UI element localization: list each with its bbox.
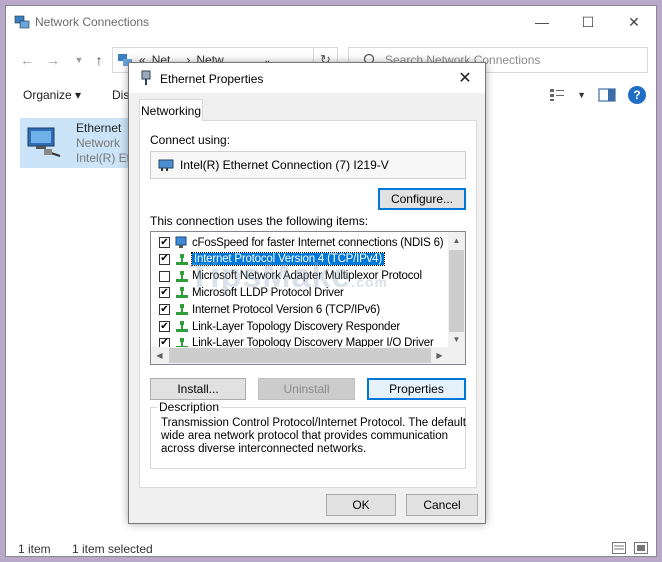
list-item-label: Internet Protocol Version 6 (TCP/IPv6) bbox=[192, 303, 380, 316]
protocol-icon bbox=[176, 287, 188, 299]
horizontal-scrollbar[interactable]: ◀ ▶ bbox=[151, 347, 465, 364]
explorer-titlebar: Network Connections — ☐ ✕ bbox=[6, 6, 656, 38]
list-item-label: Microsoft LLDP Protocol Driver bbox=[192, 286, 344, 299]
list-item-label: Internet Protocol Version 4 (TCP/IPv4) bbox=[191, 252, 385, 267]
protocol-icon bbox=[176, 253, 188, 265]
connect-using-label: Connect using: bbox=[150, 133, 231, 147]
network-service-icon bbox=[175, 236, 187, 248]
item-checkbox[interactable]: ✔ bbox=[159, 321, 170, 332]
list-item[interactable]: ✔ Internet Protocol Version 4 (TCP/IPv4) bbox=[151, 251, 449, 268]
item-checkbox[interactable]: ✔ bbox=[159, 237, 170, 248]
status-bar: 1 item 1 item selected bbox=[6, 540, 656, 558]
view-controls: ▼ ? bbox=[549, 86, 646, 104]
scroll-down-arrow-icon[interactable]: ▼ bbox=[448, 331, 465, 348]
vertical-scrollbar[interactable]: ▲ ▼ bbox=[448, 232, 465, 348]
tiles-view-icon[interactable] bbox=[634, 542, 648, 554]
list-item[interactable]: ✔ cFosSpeed for faster Internet connectio… bbox=[151, 234, 449, 251]
protocol-icon bbox=[176, 321, 188, 332]
scroll-left-arrow-icon[interactable]: ◀ bbox=[151, 347, 168, 364]
back-arrow-icon[interactable]: ← bbox=[16, 50, 38, 70]
item-checkbox[interactable] bbox=[159, 270, 170, 282]
dialog-close-icon[interactable]: ✕ bbox=[445, 63, 485, 93]
preview-pane-icon[interactable] bbox=[598, 88, 616, 102]
minimize-button[interactable]: — bbox=[519, 6, 565, 38]
cancel-button[interactable]: Cancel bbox=[406, 494, 478, 516]
description-legend: Description bbox=[157, 400, 222, 414]
item-checkbox[interactable]: ✔ bbox=[159, 287, 170, 299]
dialog-title: Ethernet Properties bbox=[160, 72, 264, 86]
list-item[interactable]: ✔ Internet Protocol Version 6 (TCP/IPv6) bbox=[151, 301, 449, 318]
status-item-count: 1 item bbox=[18, 542, 51, 556]
networking-tab-panel: Connect using: Intel(R) Ethernet Connect… bbox=[139, 120, 477, 488]
item-network: Network bbox=[76, 136, 121, 150]
ok-button[interactable]: OK bbox=[326, 494, 396, 516]
list-item-label: Microsoft Network Adapter Multiplexor Pr… bbox=[192, 270, 422, 283]
ethernet-properties-dialog: Ethernet Properties ✕ Networking Connect… bbox=[128, 62, 486, 524]
tab-networking[interactable]: Networking bbox=[139, 99, 203, 121]
properties-button[interactable]: Properties bbox=[367, 378, 466, 400]
protocol-icon bbox=[176, 304, 188, 316]
components-list[interactable]: ✔ cFosSpeed for faster Internet connectio… bbox=[150, 231, 466, 365]
view-options-chevron-icon[interactable]: ▼ bbox=[577, 90, 586, 100]
network-adapter-icon bbox=[158, 159, 174, 171]
adapter-field: Intel(R) Ethernet Connection (7) I219-V bbox=[150, 151, 466, 179]
scroll-up-arrow-icon[interactable]: ▲ bbox=[448, 232, 465, 249]
configure-button[interactable]: Configure... bbox=[378, 188, 466, 210]
recent-locations-chevron-icon[interactable]: ▼ bbox=[68, 50, 90, 70]
change-view-icon[interactable] bbox=[549, 88, 565, 102]
protocol-icon bbox=[176, 270, 188, 282]
status-view-buttons bbox=[612, 542, 648, 554]
window-title: Network Connections bbox=[35, 15, 150, 29]
disable-device-command[interactable]: Dis bbox=[112, 88, 129, 102]
ethernet-cable-icon bbox=[141, 70, 151, 85]
list-item-label: Link-Layer Topology Discovery Responder bbox=[192, 320, 401, 333]
vertical-scroll-thumb[interactable] bbox=[449, 250, 464, 332]
install-button[interactable]: Install... bbox=[150, 378, 246, 400]
list-item[interactable]: ✔ Link-Layer Topology Discovery Responder bbox=[151, 318, 449, 335]
description-text: Transmission Control Protocol/Internet P… bbox=[161, 417, 466, 455]
list-item[interactable]: ✔ Microsoft LLDP Protocol Driver bbox=[151, 284, 449, 301]
item-name: Ethernet bbox=[76, 121, 122, 135]
organize-menu[interactable]: Organize ▾ bbox=[23, 88, 81, 102]
maximize-button[interactable]: ☐ bbox=[565, 6, 611, 38]
scroll-right-arrow-icon[interactable]: ▶ bbox=[431, 347, 448, 364]
help-icon[interactable]: ? bbox=[628, 86, 646, 104]
description-group: Description Transmission Control Protoco… bbox=[150, 400, 466, 469]
items-label: This connection uses the following items… bbox=[150, 214, 369, 228]
details-view-icon[interactable] bbox=[612, 542, 626, 554]
close-window-button[interactable]: ✕ bbox=[611, 6, 657, 38]
item-checkbox[interactable]: ✔ bbox=[159, 304, 170, 316]
dialog-titlebar: Ethernet Properties ✕ bbox=[129, 63, 485, 93]
up-arrow-icon[interactable]: ↑ bbox=[88, 50, 110, 70]
list-item-label: cFosSpeed for faster Internet connection… bbox=[192, 236, 444, 249]
uninstall-button[interactable]: Uninstall bbox=[258, 378, 355, 400]
ethernet-adapter-icon bbox=[27, 127, 61, 157]
status-selection: 1 item selected bbox=[72, 542, 153, 556]
horizontal-scroll-thumb[interactable] bbox=[169, 348, 431, 363]
adapter-name: Intel(R) Ethernet Connection (7) I219-V bbox=[180, 158, 389, 172]
item-checkbox[interactable]: ✔ bbox=[159, 253, 170, 265]
network-connections-icon bbox=[14, 15, 30, 29]
list-item[interactable]: Microsoft Network Adapter Multiplexor Pr… bbox=[151, 268, 449, 285]
forward-arrow-icon[interactable]: → bbox=[42, 50, 64, 70]
